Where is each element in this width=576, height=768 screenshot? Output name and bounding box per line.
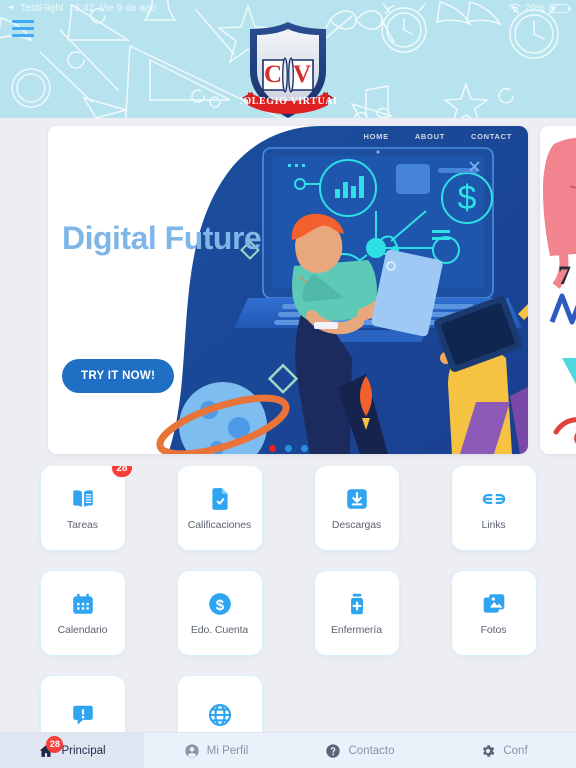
home-icon: 28 [38,735,64,759]
tile-calificaciones[interactable]: Calificaciones [177,466,262,550]
tile-calendario[interactable]: Calendario [40,571,125,655]
tile-label: Fotos [480,623,507,636]
status-bar: TestFlight 16:42 Vie 9 de ago 20% [0,0,576,16]
bottom-tab-bar: 28 Principal Mi Perfil Contacto Conf [0,732,576,768]
status-battery-percent: 20% [524,2,545,14]
svg-text:7: 7 [558,261,571,290]
svg-text:$: $ [458,179,477,217]
hero-carousel[interactable]: $ HOME ABOUT CONTACT Digital Future TRY … [0,126,576,460]
tab-label: Contacto [348,744,395,757]
app-shortcut-grid: Tareas 28 Calificaciones Descargas Links… [0,466,576,734]
tile-label: Tareas [67,518,98,531]
status-date: Vie 9 de ago [99,2,157,14]
carousel-slide-active[interactable]: $ HOME ABOUT CONTACT Digital Future TRY … [48,126,528,454]
carousel-slide-next[interactable]: 7 × 5 [540,126,576,454]
open-book-icon [72,489,93,507]
tile-label: Descargas [331,518,382,531]
carousel-dot-2[interactable] [284,445,292,452]
document-check-icon [211,487,228,510]
logo-initial-v: V [293,61,311,88]
gear-icon [480,743,496,759]
status-app-name: TestFlight [20,2,64,14]
tile-sitio-web[interactable] [177,676,262,734]
status-time: 16:42 [68,2,95,14]
next-slide-illustration: 7 × 5 [540,126,576,454]
tile-fotos[interactable]: Fotos [451,571,536,655]
tab-badge: 28 [46,735,64,753]
battery-icon [549,3,571,13]
medicine-jar-icon [350,593,363,614]
carousel-dot-3[interactable] [300,445,308,452]
carousel-dots[interactable] [0,445,576,452]
tile-label: Links [481,518,506,531]
tab-label: Mi Perfil [206,744,249,757]
wifi-icon [508,3,521,13]
download-box-icon [346,488,367,509]
tile-label: Edo. Cuenta [190,623,249,636]
help-icon [325,743,341,759]
location-arrow-icon [7,4,15,12]
tile-enfermeria[interactable]: Enfermería [314,571,399,655]
tile-tareas[interactable]: Tareas 28 [40,466,133,550]
photos-icon [483,593,504,613]
tab-principal[interactable]: 28 Principal [0,733,144,768]
tile-links[interactable]: Links [451,466,536,550]
slide-nav-contact[interactable]: CONTACT [471,132,512,141]
carousel-illustration: $ [48,126,528,454]
chain-link-icon [482,493,505,504]
tile-label: Enfermería [331,623,382,636]
tile-label: Calificaciones [187,518,252,531]
svg-text:$: $ [215,596,224,613]
slide-nav-links[interactable]: HOME ABOUT CONTACT [364,132,513,141]
calendar-icon [72,593,93,614]
tile-avisos[interactable] [40,676,125,734]
dollar-circle-icon: $ [208,592,231,615]
person-icon [184,743,200,759]
slide-nav-about[interactable]: ABOUT [415,132,445,141]
hero-title: Digital Future [62,220,262,256]
try-it-now-button[interactable]: TRY IT NOW! [62,359,175,393]
tile-badge: 28 [111,466,133,478]
tab-label: Conf [503,744,528,757]
app-header: C V COLEGIO VIRTUAL [0,0,576,118]
app-root: C V COLEGIO VIRTUAL TestFlight 16:42 Vie… [0,0,576,768]
carousel-dot-1[interactable] [268,445,276,452]
tile-label: Calendario [57,623,108,636]
alert-bubble-icon [72,705,93,725]
logo-banner-text: COLEGIO VIRTUAL [240,96,336,107]
tile-descargas[interactable]: Descargas [314,466,399,550]
globe-icon [208,703,231,726]
hamburger-menu-icon[interactable] [12,20,34,37]
tab-conf[interactable]: Conf [432,733,576,768]
tab-label: Principal [61,744,106,757]
school-logo: C V COLEGIO VIRTUAL [240,22,336,118]
logo-initial-c: C [264,61,282,88]
tab-contacto[interactable]: Contacto [288,733,432,768]
tile-edo-cuenta[interactable]: $ Edo. Cuenta [177,571,262,655]
tab-mi-perfil[interactable]: Mi Perfil [144,733,288,768]
slide-nav-home[interactable]: HOME [364,132,389,141]
